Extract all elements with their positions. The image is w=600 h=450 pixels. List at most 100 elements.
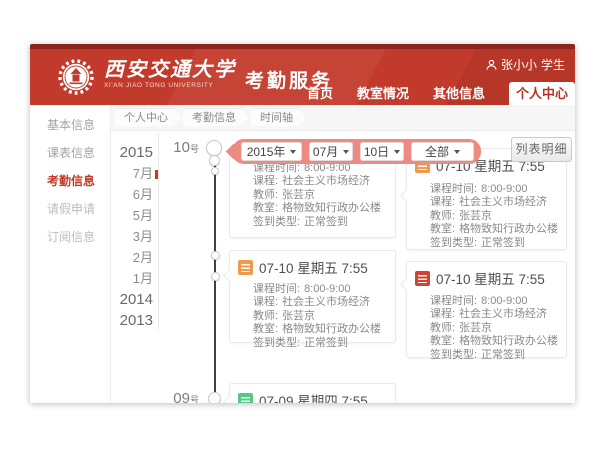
caret-down-icon (290, 150, 296, 154)
day-marker-09: 09号 (159, 390, 199, 403)
year-select-value: 2015年 (247, 143, 286, 160)
year-select[interactable]: 2015年 (241, 142, 302, 161)
field-label: 教室: (430, 223, 455, 235)
breadcrumb-attendance-info[interactable]: 考勤信息 (183, 109, 249, 127)
card-header: 07-10 星期五 7:55 (407, 262, 566, 290)
attendance-app-window: 西安交通大学 XI'AN JIAO TONG UNIVERSITY 考勤服务 张… (30, 44, 575, 403)
calendar-icon (415, 271, 430, 286)
month-nav-feb[interactable]: 2月 (111, 247, 153, 268)
card-title: 07-09 星期四 7:55 (259, 390, 368, 403)
month-nav-2013[interactable]: 2013 (111, 310, 153, 331)
main-panel: 个人中心 考勤信息 时间轴 2015 7月 6月 5月 3月 2月 1月 201… (111, 105, 575, 403)
field-label: 签到类型: (253, 216, 300, 228)
card-field: 签到类型: 正常签到 (430, 349, 558, 362)
date-filter-bar: 2015年 07月 10日 全部 (232, 139, 481, 164)
card-field: 课程时间:8:00-9:00 (253, 283, 387, 296)
field-value: 社会主义市场经济 (459, 196, 547, 208)
calendar-icon (238, 260, 253, 275)
sidebar-item-subscription-info[interactable]: 订阅信息 (47, 223, 110, 251)
caret-down-icon (343, 150, 349, 154)
field-value: 张芸京 (282, 189, 315, 201)
card-field: 签到类型:正常签到 (253, 216, 387, 229)
list-detail-button[interactable]: 列表明细 (511, 137, 572, 162)
field-value: 格物致知行政办公楼 (459, 335, 558, 347)
month-nav-jan[interactable]: 1月 (111, 268, 153, 289)
sidebar-item-leave-request[interactable]: 请假申请 (47, 195, 110, 223)
day-select-value: 10日 (364, 143, 389, 160)
month-nav-divider (158, 133, 159, 329)
month-nav-2015[interactable]: 2015 (111, 142, 153, 163)
month-select[interactable]: 07月 (309, 142, 353, 161)
card-field: 教师:张芸京 (430, 210, 558, 223)
field-label: 签到类型: (430, 237, 477, 249)
day-unit: 号 (190, 144, 199, 154)
month-nav-mar[interactable]: 3月 (111, 226, 153, 247)
sidebar-item-basic-info[interactable]: 基本信息 (47, 111, 110, 139)
timeline-node (209, 155, 220, 166)
month-nav-jul[interactable]: 7月 (111, 163, 153, 184)
user-info[interactable]: 张小小 学生 (486, 56, 565, 73)
field-label: 教室: (430, 335, 455, 347)
nav-other-info[interactable]: 其他信息 (433, 82, 485, 105)
card-field: 课程时间:8:00-9:00 (253, 162, 387, 175)
field-value: 张芸京 (282, 310, 315, 322)
month-select-value: 07月 (313, 143, 338, 160)
page: 西安交通大学 XI'AN JIAO TONG UNIVERSITY 考勤服务 张… (0, 0, 600, 450)
university-brand: 西安交通大学 XI'AN JIAO TONG UNIVERSITY (104, 58, 236, 89)
card-title: 07-10 星期五 7:55 (436, 268, 545, 288)
nav-home[interactable]: 首页 (307, 82, 333, 105)
attendance-card[interactable]: 07-10 星期五 7:55 课程时间:8:00-9:00 课程:社会主义市场经… (229, 250, 396, 343)
caret-down-icon (454, 150, 460, 154)
sidebar-item-schedule-info[interactable]: 课表信息 (47, 139, 110, 167)
month-nav-may[interactable]: 5月 (111, 205, 153, 226)
card-field: 教师: 张芸京 (430, 322, 558, 335)
type-select[interactable]: 全部 (411, 142, 474, 161)
card-field: 教室:格物致知行政办公楼 (253, 323, 387, 336)
field-value: 正常签到 (481, 237, 525, 249)
university-name-en: XI'AN JIAO TONG UNIVERSITY (104, 82, 236, 89)
sidebar: 基本信息 课表信息 考勤信息 请假申请 订阅信息 (30, 105, 111, 403)
university-name-cn: 西安交通大学 (104, 58, 236, 80)
card-field: 教室:格物致知行政办公楼 (430, 223, 558, 236)
month-nav-2014[interactable]: 2014 (111, 289, 153, 310)
person-icon (486, 59, 497, 71)
card-field: 课程:社会主义市场经济 (430, 196, 558, 209)
field-value: 正常签到 (481, 349, 525, 361)
timeline-node (208, 392, 221, 403)
attendance-card[interactable]: 07-10 星期五 7:55 课程时间:8:00-9:00 课程:社会主义市场经… (406, 261, 567, 358)
field-label: 课程: (430, 308, 455, 320)
timeline-node (211, 272, 220, 281)
field-label: 课程时间: (253, 283, 300, 295)
breadcrumb-personal-center[interactable]: 个人中心 (115, 109, 181, 127)
day-number: 10 (173, 139, 190, 156)
field-value: 张芸京 (459, 210, 492, 222)
field-label: 教师: (253, 189, 278, 201)
day-select[interactable]: 10日 (360, 142, 404, 161)
content-area: 基本信息 课表信息 考勤信息 请假申请 订阅信息 个人中心 考勤信息 时间轴 2… (30, 105, 575, 403)
sidebar-item-attendance-info[interactable]: 考勤信息 (47, 167, 110, 195)
field-value: 张芸京 (459, 322, 492, 334)
field-label: 签到类型: (253, 337, 300, 349)
field-label: 教师: (253, 310, 278, 322)
field-label: 教室: (253, 202, 278, 214)
field-value: 格物致知行政办公楼 (282, 323, 381, 335)
card-field: 课程:社会主义市场经济 (430, 308, 558, 321)
card-field: 课程:社会主义市场经济 (253, 296, 387, 309)
field-label: 课程: (253, 175, 278, 187)
field-value: 8:00-9:00 (481, 183, 527, 195)
field-label: 教师: (430, 322, 455, 334)
month-nav-jun[interactable]: 6月 (111, 184, 153, 205)
field-label: 课程时间: (430, 183, 477, 195)
timeline-month-nav: 2015 7月 6月 5月 3月 2月 1月 2014 2013 (111, 142, 153, 331)
breadcrumb-timeline[interactable]: 时间轴 (251, 109, 306, 127)
user-name: 张小小 (501, 56, 537, 73)
nav-personal-center[interactable]: 个人中心 (509, 82, 575, 105)
card-field: 教室:格物致知行政办公楼 (253, 202, 387, 215)
field-label: 签到类型: (430, 349, 477, 361)
nav-classrooms[interactable]: 教室情况 (357, 82, 409, 105)
field-value: 正常签到 (304, 337, 348, 349)
card-header: 07-10 星期五 7:55 (230, 251, 395, 279)
attendance-card[interactable]: 07-09 星期四 7:55 (229, 383, 396, 403)
university-logo-icon (56, 57, 96, 97)
caret-down-icon (394, 150, 400, 154)
